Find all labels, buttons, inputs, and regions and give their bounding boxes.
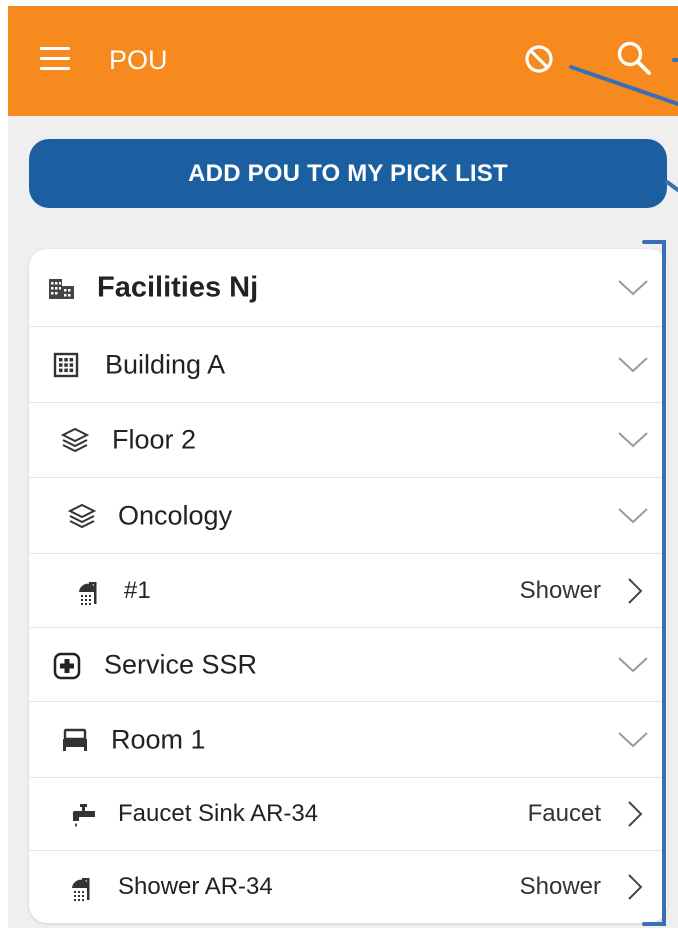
chevron-right-icon[interactable] — [627, 800, 643, 828]
tree-row-label: Room 1 — [111, 724, 206, 754]
tree-row-label: Service SSR — [104, 649, 258, 679]
pou-type-label: Shower — [519, 576, 601, 604]
pou-type-label: Shower — [519, 873, 601, 900]
chevron-down-icon[interactable] — [617, 279, 649, 297]
app-screen: POU ADD POU TO MY PICK LIST Facilities N… — [8, 6, 678, 928]
tree-row-room[interactable]: Room 1 — [29, 702, 667, 778]
hamburger-menu-icon[interactable] — [40, 45, 70, 71]
medical-plus-icon — [53, 652, 81, 679]
tree-row-facility[interactable]: Facilities Nj — [29, 249, 667, 327]
chevron-down-icon[interactable] — [617, 656, 649, 674]
pou-hierarchy-card: Facilities Nj Building A Floor 2 Oncolog… — [29, 249, 667, 923]
facility-buildings-icon — [48, 275, 74, 301]
chevron-down-icon[interactable] — [617, 731, 649, 749]
tree-row-pou-item[interactable]: Faucet Sink AR-34 Faucet — [29, 778, 667, 851]
tree-row-label: Oncology — [118, 500, 233, 530]
app-bar: POU — [8, 6, 678, 116]
tree-row-pou-item[interactable]: #1 Shower — [29, 554, 667, 628]
layers-icon — [67, 503, 97, 529]
add-pou-to-pick-list-button[interactable]: ADD POU TO MY PICK LIST — [29, 139, 667, 208]
shower-icon — [69, 874, 95, 901]
chevron-down-icon[interactable] — [617, 431, 649, 449]
faucet-icon — [69, 801, 95, 827]
tree-row-label: Building A — [105, 349, 226, 379]
building-grid-icon — [53, 352, 79, 378]
tree-row-label: Faucet Sink AR-34 — [118, 800, 319, 827]
chevron-down-icon[interactable] — [617, 356, 649, 374]
tree-row-label: #1 — [124, 576, 151, 604]
layers-icon — [60, 427, 90, 453]
tree-row-label: Shower AR-34 — [118, 873, 273, 900]
tree-row-building[interactable]: Building A — [29, 327, 667, 403]
tree-row-service[interactable]: Service SSR — [29, 628, 667, 702]
tree-row-label: Floor 2 — [112, 424, 197, 455]
chevron-right-icon[interactable] — [627, 577, 643, 605]
tree-row-floor[interactable]: Floor 2 — [29, 403, 667, 478]
tree-row-department[interactable]: Oncology — [29, 478, 667, 554]
bed-icon — [61, 727, 87, 753]
page-title: POU — [109, 45, 168, 75]
chevron-right-icon[interactable] — [627, 873, 643, 901]
block-icon[interactable] — [519, 39, 559, 79]
shower-icon — [76, 578, 102, 605]
chevron-down-icon[interactable] — [617, 507, 649, 525]
tree-row-pou-item[interactable]: Shower AR-34 Shower — [29, 851, 667, 923]
search-icon[interactable] — [614, 39, 654, 79]
pou-type-label: Faucet — [527, 800, 601, 827]
tree-row-label: Facilities Nj — [97, 271, 259, 303]
